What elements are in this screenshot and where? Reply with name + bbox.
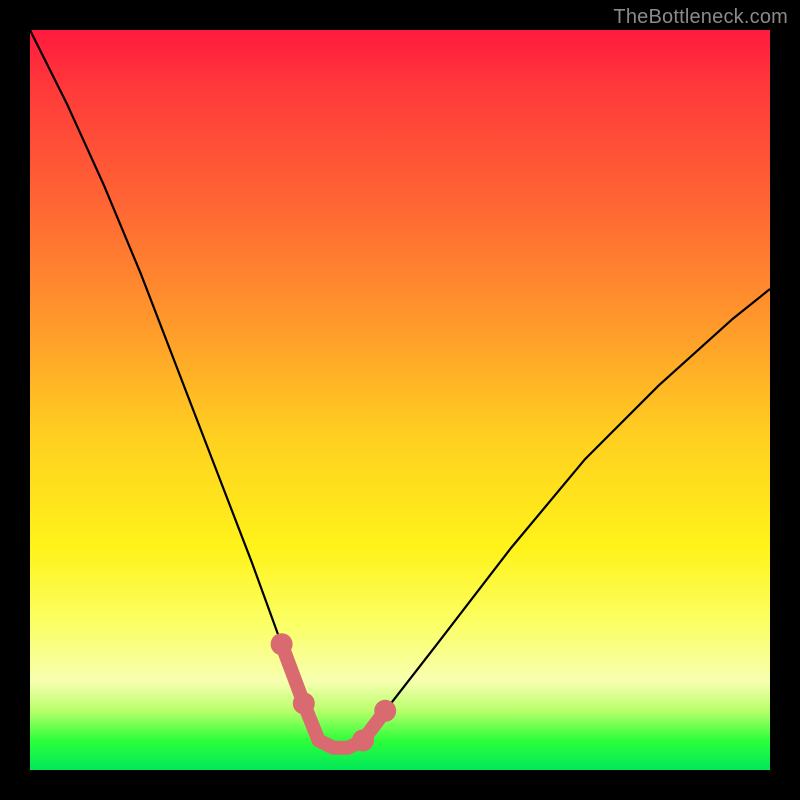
trough-node [293,692,315,714]
trough-node [352,729,374,751]
plot-area [30,30,770,770]
trough-node [374,700,396,722]
trough-highlight-nodes [271,633,397,751]
bottleneck-curve [30,30,770,748]
watermark-label: TheBottleneck.com [613,6,788,29]
chart-frame: TheBottleneck.com [0,0,800,800]
trough-node [271,633,293,655]
curve-layer [30,30,770,770]
